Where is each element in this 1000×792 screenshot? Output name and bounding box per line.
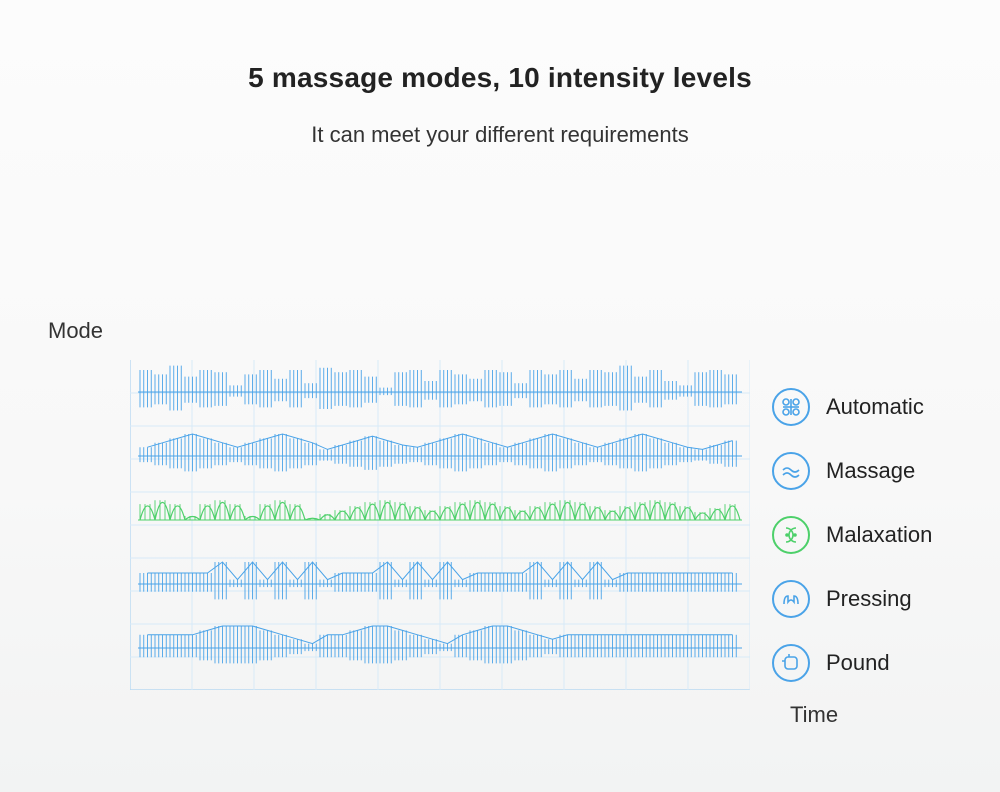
legend-label: Automatic [826, 394, 924, 420]
legend-row-pound: Pound [772, 634, 932, 692]
legend-row-malaxation: Malaxation [772, 506, 932, 564]
malaxation-icon [772, 516, 810, 554]
pound-icon [772, 644, 810, 682]
page-subtitle: It can meet your different requirements [0, 122, 1000, 148]
legend-row-pressing: Pressing [772, 570, 932, 628]
legend-row-automatic: Automatic [772, 378, 932, 436]
waveforms [130, 360, 750, 690]
legend-label: Malaxation [826, 522, 932, 548]
legend-row-massage: Massage [772, 442, 932, 500]
legend-label: Massage [826, 458, 915, 484]
x-axis-label: Time [790, 702, 838, 728]
legend: Automatic Massage Malaxation Pressing Po… [772, 378, 932, 698]
y-axis-label: Mode [48, 318, 103, 344]
legend-label: Pound [826, 650, 890, 676]
page-title: 5 massage modes, 10 intensity levels [0, 0, 1000, 94]
automatic-icon [772, 388, 810, 426]
legend-label: Pressing [826, 586, 912, 612]
pressing-icon [772, 580, 810, 618]
massage-icon [772, 452, 810, 490]
waveform-plot [130, 360, 750, 690]
